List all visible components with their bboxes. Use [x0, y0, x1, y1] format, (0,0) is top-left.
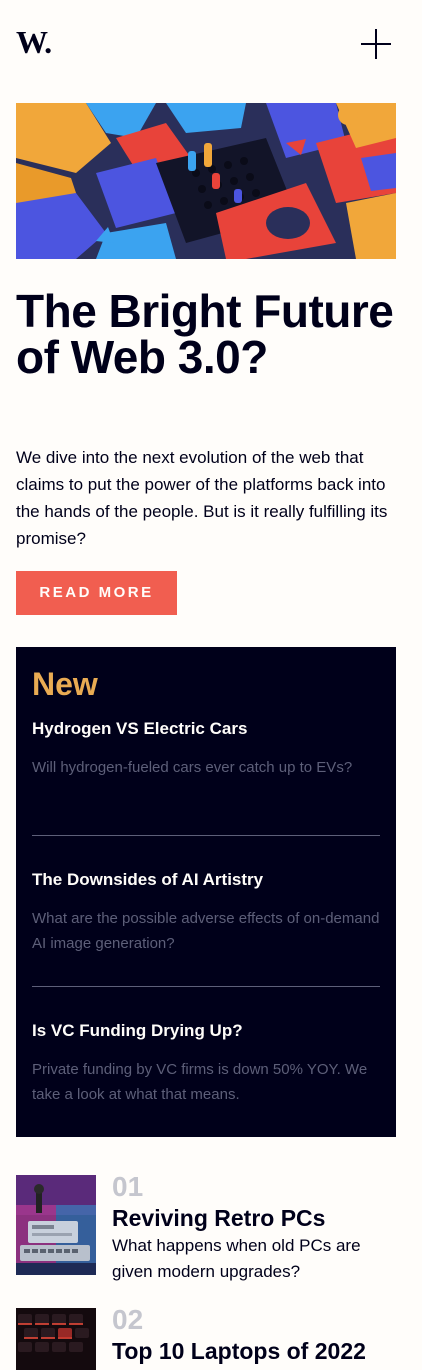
article-number: 01 — [112, 1171, 144, 1202]
new-item-description: Private funding by VC firms is down 50% … — [32, 1061, 368, 1103]
new-item-description: What are the possible adverse effects of… — [32, 910, 380, 952]
menu-plus-icon[interactable] — [360, 28, 392, 60]
divider — [32, 986, 380, 987]
new-item[interactable]: Hydrogen VS Electric Cars Will hydrogen-… — [32, 717, 380, 780]
hero-title: The Bright Future of Web 3.0? — [16, 285, 394, 383]
new-item[interactable]: The Downsides of AI Artistry What are th… — [32, 868, 380, 956]
article-item: 01 Reviving Retro PCs What happens when … — [16, 1171, 396, 1285]
new-panel-heading: New — [32, 666, 98, 702]
divider — [32, 835, 380, 836]
hero-image — [16, 103, 396, 259]
read-more-button[interactable]: READ MORE — [16, 571, 177, 615]
new-item-description: Will hydrogen-fueled cars ever catch up … — [32, 759, 353, 776]
article-number: 02 — [112, 1304, 144, 1335]
new-panel: New Hydrogen VS Electric Cars Will hydro… — [16, 647, 396, 1137]
article-description: What happens when old PCs are given mode… — [112, 1236, 361, 1281]
new-item-title[interactable]: Is VC Funding Drying Up? — [32, 1019, 380, 1043]
article-title[interactable]: Reviving Retro PCs — [112, 1203, 325, 1233]
laptop-thumbnail[interactable] — [16, 1308, 96, 1370]
retro-pc-thumbnail[interactable] — [16, 1175, 96, 1275]
hero-description: We dive into the next evolution of the w… — [16, 448, 388, 548]
new-item[interactable]: Is VC Funding Drying Up? Private funding… — [32, 1019, 380, 1107]
article-item: 02 Top 10 Laptops of 2022 — [16, 1304, 396, 1370]
new-item-title[interactable]: The Downsides of AI Artistry — [32, 868, 380, 892]
site-header: W. — [16, 22, 392, 66]
article-title[interactable]: Top 10 Laptops of 2022 — [112, 1336, 366, 1366]
logo[interactable]: W. — [16, 26, 52, 58]
new-item-title[interactable]: Hydrogen VS Electric Cars — [32, 717, 380, 741]
